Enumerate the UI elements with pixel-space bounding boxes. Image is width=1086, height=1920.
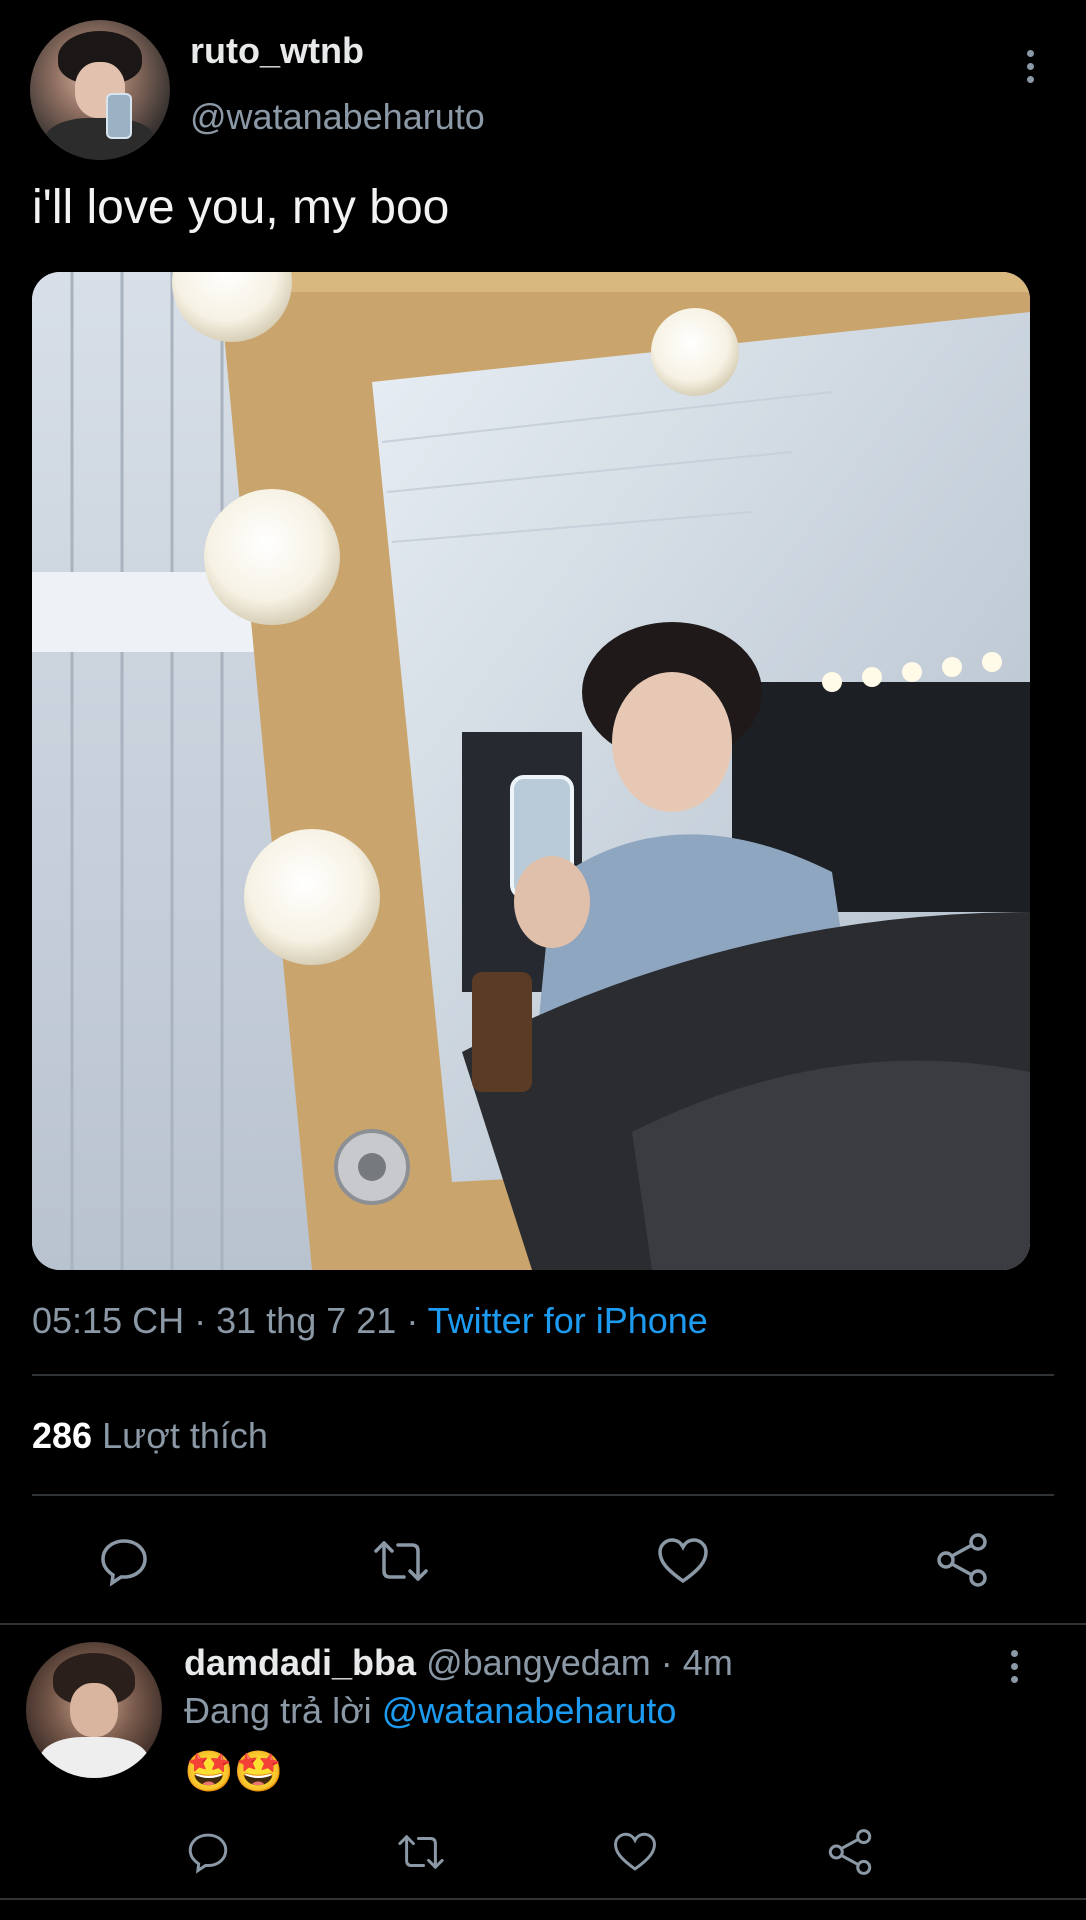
- reply-handle[interactable]: @bangyedam: [426, 1642, 651, 1683]
- reply-reply-icon[interactable]: [186, 1830, 230, 1874]
- reply-share-icon[interactable]: [826, 1828, 874, 1876]
- mirror-selfie-image: [32, 272, 1030, 1270]
- divider: [0, 1898, 1086, 1900]
- reply-header: damdadi_bba @bangyedam · 4m: [184, 1642, 733, 1684]
- reply-author-avatar[interactable]: [26, 1642, 162, 1778]
- author-avatar[interactable]: [30, 20, 170, 160]
- share-icon[interactable]: [934, 1532, 990, 1588]
- likes-label: Lượt thích: [102, 1415, 268, 1456]
- author-handle[interactable]: @watanabeharuto: [190, 96, 485, 138]
- reply-text: 🤩🤩: [184, 1750, 284, 1794]
- tweet-meta: 05:15 CH · 31 thg 7 21 · Twitter for iPh…: [32, 1300, 708, 1342]
- reply-more-options-icon[interactable]: [1008, 1650, 1020, 1683]
- reply-display-name[interactable]: damdadi_bba: [184, 1642, 416, 1683]
- divider: [0, 1623, 1086, 1625]
- reply-retweet-icon[interactable]: [396, 1830, 446, 1874]
- replying-to: Đang trả lời @watanabeharuto: [184, 1690, 676, 1732]
- like-icon[interactable]: [656, 1535, 710, 1587]
- replying-to-mention[interactable]: @watanabeharuto: [382, 1690, 677, 1731]
- meta-separator: ·: [660, 1642, 673, 1683]
- tweet-photo[interactable]: [32, 272, 1030, 1270]
- divider: [32, 1374, 1054, 1376]
- reply-time: 4m: [682, 1642, 733, 1683]
- meta-separator: ·: [194, 1300, 207, 1341]
- tweet-text: i'll love you, my boo: [32, 181, 450, 234]
- tweet-date: 31 thg 7 21: [216, 1300, 397, 1341]
- retweet-icon[interactable]: [372, 1535, 430, 1587]
- likes-stat[interactable]: 286 Lượt thích: [32, 1415, 268, 1457]
- reply-like-icon[interactable]: [612, 1830, 658, 1874]
- reply-icon[interactable]: [98, 1535, 150, 1587]
- replying-to-prefix: Đang trả lời: [184, 1690, 372, 1731]
- more-options-icon[interactable]: [1024, 50, 1036, 83]
- tweet-source-link[interactable]: Twitter for iPhone: [428, 1300, 708, 1341]
- author-display-name[interactable]: ruto_wtnb: [190, 30, 364, 72]
- divider: [32, 1494, 1054, 1496]
- tweet-time: 05:15 CH: [32, 1300, 185, 1341]
- meta-separator: ·: [406, 1300, 419, 1341]
- likes-count: 286: [32, 1415, 93, 1456]
